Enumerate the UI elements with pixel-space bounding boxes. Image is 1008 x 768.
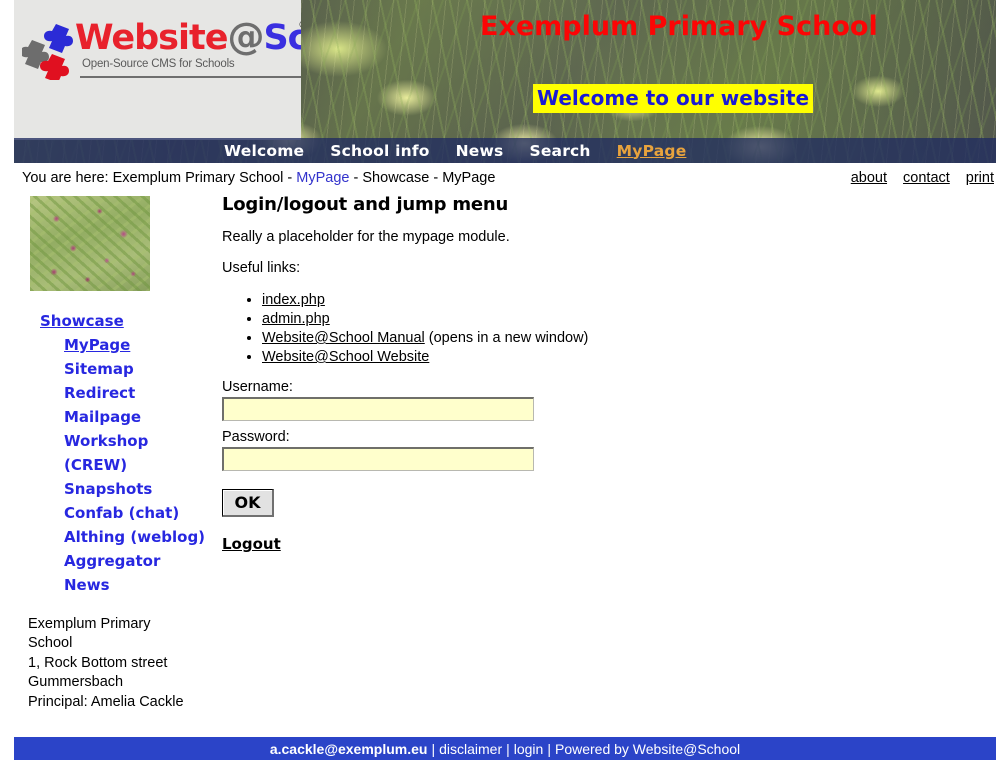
sidebar-item-news[interactable]: News [64, 573, 110, 597]
password-input[interactable] [222, 447, 534, 471]
list-item: Althing (weblog) [14, 525, 214, 549]
footer-separator-3: | [547, 740, 551, 757]
logo-word-school: School [263, 18, 301, 58]
breadcrumb-showcase: Showcase [362, 170, 430, 186]
site-logo-panel[interactable]: Website@School ® Open-Source CMS for Sch… [14, 0, 301, 140]
sidebar-item-redirect[interactable]: Redirect [64, 381, 135, 405]
page-title: Login/logout and jump menu [222, 194, 509, 215]
sidebar-item-workshop-crew[interactable]: Workshop (CREW) [64, 429, 214, 477]
link-index-php[interactable]: index.php [262, 292, 325, 308]
list-item: News [14, 573, 214, 597]
breadcrumb-sep-2: - [349, 170, 363, 186]
logo-word-website: Website [75, 18, 228, 58]
logout-link[interactable]: Logout [222, 535, 281, 553]
school-address: Exemplum Primary School 1, Rock Bottom s… [28, 616, 184, 710]
list-item: Snapshots [14, 477, 214, 501]
breadcrumb-sep-3: - [429, 170, 443, 186]
utility-link-about[interactable]: about [851, 170, 887, 186]
breadcrumb-root: Exemplum Primary School [112, 170, 284, 186]
form-actions: OK [222, 471, 922, 517]
breadcrumb-current: MyPage [442, 170, 496, 186]
footer-link-login[interactable]: login [514, 741, 544, 757]
sidebar-item-mypage[interactable]: MyPage [64, 333, 130, 357]
link-suffix: (opens in a new window) [424, 330, 589, 346]
link-admin-php[interactable]: admin.php [262, 311, 330, 327]
list-item: admin.php [262, 310, 922, 329]
list-item: Confab (chat) [14, 501, 214, 525]
list-item: Sitemap [14, 357, 214, 381]
logo-wordmark: Website@School [75, 15, 301, 59]
sidebar-item-sitemap[interactable]: Sitemap [64, 357, 134, 381]
nav-item-search[interactable]: Search [529, 142, 590, 160]
nav-item-school-info[interactable]: School info [330, 142, 429, 160]
nav-items: Welcome School info News Search MyPage [224, 138, 686, 163]
password-label: Password: [222, 429, 290, 445]
breadcrumb-link-mypage[interactable]: MyPage [296, 170, 349, 186]
sidebar-item-showcase[interactable]: Showcase [40, 309, 124, 333]
list-item: Website@School Website [262, 348, 922, 367]
breadcrumb-row: You are here: Exemplum Primary School - … [0, 170, 1008, 194]
sidebar-item-confab-chat[interactable]: Confab (chat) [64, 501, 179, 525]
username-input[interactable] [222, 397, 534, 421]
logo-underline-rule [80, 76, 301, 78]
sidebar: Showcase MyPage Sitemap Redirect Mailpag… [14, 196, 214, 712]
footer-email-link[interactable]: a.cackle@exemplum.eu [270, 741, 428, 757]
footer-powered-by: Powered by Website@School [554, 740, 741, 757]
list-item: Redirect [14, 381, 214, 405]
utility-link-contact[interactable]: contact [903, 170, 950, 186]
main-content: Login/logout and jump menu Really a plac… [222, 194, 922, 554]
sidebar-item-aggregator[interactable]: Aggregator [64, 549, 160, 573]
username-label: Username: [222, 379, 293, 395]
sidebar-item-mailpage[interactable]: Mailpage [64, 405, 141, 429]
breadcrumb-prefix: You are here: [22, 170, 109, 186]
logo-at-symbol: @ [227, 15, 264, 58]
logo-tagline: Open-Source CMS for Schools [82, 58, 235, 70]
list-item: Showcase [14, 309, 214, 333]
school-name-heading: Exemplum Primary School [480, 11, 878, 42]
footer-link-disclaimer[interactable]: disclaimer [439, 741, 502, 757]
footer-separator-2: | [506, 740, 510, 757]
footer-separator-1: | [431, 740, 436, 757]
list-item: Website@School Manual (opens in a new wi… [262, 329, 922, 348]
sidebar-item-althing-weblog[interactable]: Althing (weblog) [64, 525, 205, 549]
login-form: Username: Password: OK Logout [222, 379, 922, 554]
page-root: Website@School ® Open-Source CMS for Sch… [0, 0, 1008, 768]
utility-links: about contact print [851, 170, 994, 186]
sidebar-thumbnail-image [30, 196, 150, 291]
nav-item-news[interactable]: News [456, 142, 504, 160]
site-footer: a.cackle@exemplum.eu | disclaimer | logi… [14, 737, 996, 760]
logo-inner: Website@School ® Open-Source CMS for Sch… [22, 16, 301, 88]
welcome-slogan: Welcome to our website [533, 84, 814, 113]
intro-paragraph: Really a placeholder for the mypage modu… [222, 229, 510, 245]
useful-links-list: index.php admin.php Website@School Manua… [222, 291, 922, 367]
nav-item-mypage[interactable]: MyPage [617, 142, 687, 160]
sidebar-menu: Showcase MyPage Sitemap Redirect Mailpag… [14, 309, 214, 597]
breadcrumb: You are here: Exemplum Primary School - … [22, 170, 495, 186]
list-item: Mailpage [14, 405, 214, 429]
list-item: MyPage [14, 333, 214, 357]
link-website[interactable]: Website@School Website [262, 349, 429, 365]
link-manual[interactable]: Website@School Manual [262, 330, 425, 346]
ok-button[interactable]: OK [222, 489, 274, 517]
list-item: Workshop (CREW) [14, 429, 214, 477]
sidebar-item-snapshots[interactable]: Snapshots [64, 477, 152, 501]
registered-trademark-icon: ® [298, 18, 301, 31]
utility-link-print[interactable]: print [966, 170, 994, 186]
list-item: index.php [262, 291, 922, 310]
nav-item-welcome[interactable]: Welcome [224, 142, 304, 160]
main-navigation-bar: Welcome School info News Search MyPage [14, 138, 996, 163]
breadcrumb-sep-1: - [283, 170, 297, 186]
useful-links-heading: Useful links: [222, 260, 301, 276]
list-item: Aggregator [14, 549, 214, 573]
